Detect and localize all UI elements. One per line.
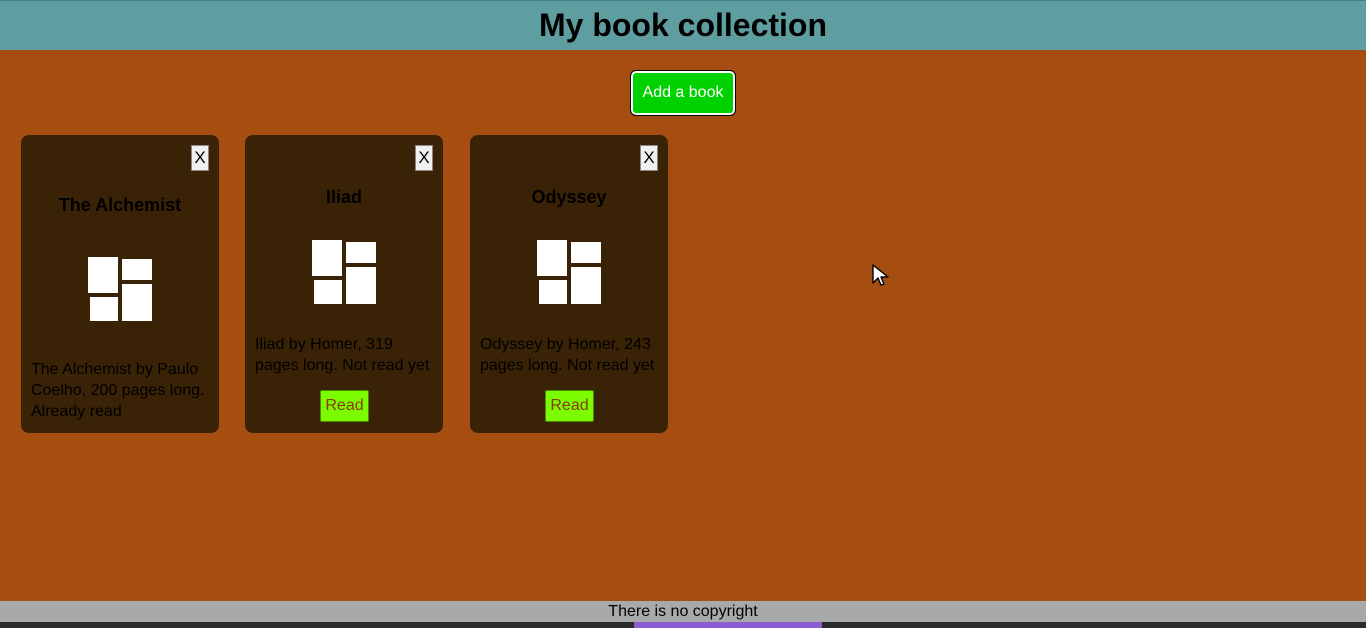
book-cover-icon — [537, 240, 601, 304]
remove-book-button[interactable]: X — [191, 145, 209, 171]
book-card: X The Alchemist The Alchemist by Paulo C… — [21, 135, 219, 433]
add-book-button[interactable]: Add a book — [630, 70, 736, 116]
book-description: Iliad by Homer, 319 pages long. Not read… — [255, 336, 430, 374]
copyright-text: There is no copyright — [608, 603, 758, 620]
book-title: The Alchemist — [58, 195, 182, 215]
taskbar — [0, 622, 1366, 628]
book-cover-icon — [88, 257, 152, 321]
book-title: Odyssey — [531, 187, 607, 207]
remove-book-button[interactable]: X — [415, 145, 433, 171]
page-header: My book collection — [0, 0, 1366, 50]
book-cover-icon — [312, 240, 376, 304]
page-title: My book collection — [538, 7, 828, 43]
page-footer: There is no copyright — [0, 601, 1366, 622]
book-description: Odyssey by Homer, 243 pages long. Not re… — [480, 336, 655, 374]
toggle-read-button[interactable]: Read — [545, 390, 594, 422]
mouse-cursor-icon — [872, 264, 889, 286]
book-card: X Iliad Iliad by Homer, 319 pages long. … — [245, 135, 443, 433]
toggle-read-button[interactable]: Read — [320, 390, 369, 422]
book-title: Iliad — [325, 187, 362, 207]
book-description: The Alchemist by Paulo Coelho, 200 pages… — [31, 361, 205, 420]
remove-book-button[interactable]: X — [640, 145, 658, 171]
book-card: X Odyssey Odyssey by Homer, 243 pages lo… — [470, 135, 668, 433]
active-task-indicator[interactable] — [634, 622, 822, 628]
